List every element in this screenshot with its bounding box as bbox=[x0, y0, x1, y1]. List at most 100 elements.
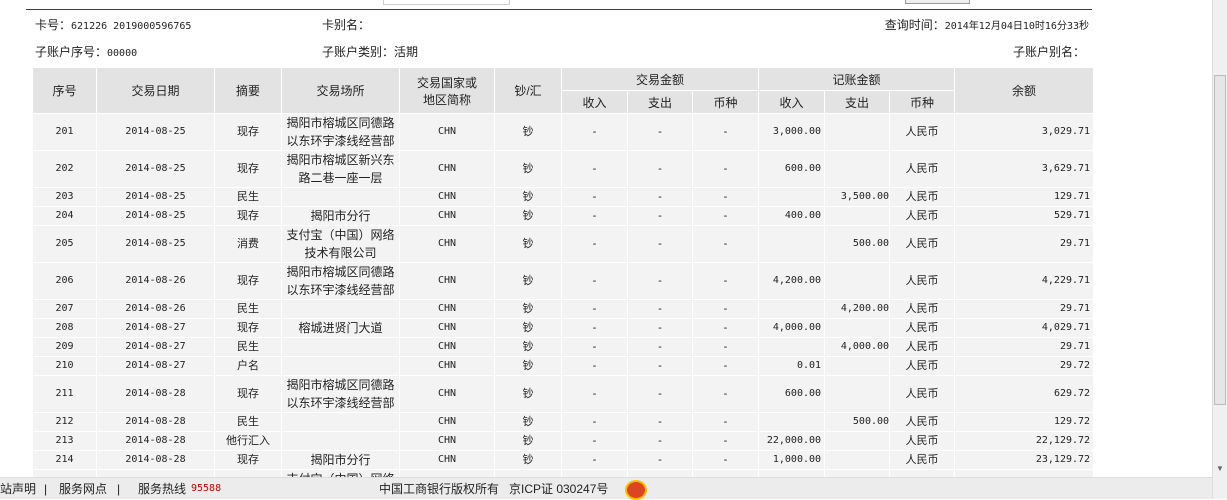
table-row: 210 2014-08-27 户名 CHN 钞 - - -0.01 人民币 29.72 bbox=[32, 356, 1094, 376]
service-outlets-link[interactable]: 服务网点 bbox=[59, 478, 107, 500]
site-statement-link[interactable]: 站声明 bbox=[0, 478, 36, 500]
cell-cash: 钞 bbox=[494, 113, 562, 151]
cell-balance: 3,029.71 bbox=[954, 113, 1094, 151]
cell-summary bbox=[214, 469, 282, 477]
col-book-amount: 记账金额 bbox=[758, 67, 956, 91]
table-row: 支付宝（中国）网络 bbox=[32, 469, 1094, 477]
table-row: 208 2014-08-27 现存 榕城进贤门大道 CHN 钞 - - -4,000.00 人民币… bbox=[32, 318, 1094, 338]
col-book-expense: 支出 bbox=[824, 90, 891, 114]
cell-book-income bbox=[758, 412, 826, 432]
col-country: 交易国家或地区简称 bbox=[399, 67, 495, 114]
cell-place bbox=[281, 187, 400, 207]
cell-trade-income: - bbox=[561, 299, 628, 319]
cell-book-currency: 人民币 bbox=[889, 150, 956, 188]
cell-book-currency: 人民币 bbox=[889, 113, 956, 151]
col-trade-currency: 币种 bbox=[691, 90, 760, 114]
cell-trade-income: - bbox=[561, 375, 628, 413]
cell-balance: 629.72 bbox=[954, 375, 1094, 413]
hotline-label: 服务热线 bbox=[138, 482, 187, 496]
scroll-down-arrow-icon[interactable]: ▼ bbox=[1216, 464, 1224, 473]
cell-book-expense bbox=[824, 318, 891, 338]
cell-book-expense bbox=[824, 431, 891, 451]
cell-cash: 钞 bbox=[494, 431, 562, 451]
cell-trade-income: - bbox=[561, 337, 628, 357]
transactions-table: 序号 交易日期 摘要 交易场所 交易国家或地区简称 钞/汇 交易金额 记账金额 … bbox=[32, 67, 1094, 477]
table-row: 211 2014-08-28 现存 揭阳市榕城区同德路以东环宇漆线经营部 CHN 钞 - - -… bbox=[32, 375, 1094, 413]
cell-book-currency bbox=[889, 469, 956, 477]
cell-seq: 204 bbox=[32, 206, 97, 226]
cell-cash: 钞 bbox=[494, 412, 562, 432]
cell-summary: 民生 bbox=[214, 299, 282, 319]
cell-seq: 201 bbox=[32, 113, 97, 151]
cell-summary: 民生 bbox=[214, 412, 282, 432]
cell-book-currency: 人民币 bbox=[889, 337, 956, 357]
cell-book-currency: 人民币 bbox=[889, 356, 956, 376]
top-input[interactable] bbox=[383, 0, 510, 5]
cell-country bbox=[399, 469, 495, 477]
cell-cash: 钞 bbox=[494, 187, 562, 207]
cell-place: 揭阳市榕城区同德路以东环宇漆线经营部 bbox=[281, 113, 400, 151]
cell-trade-income: - bbox=[561, 356, 628, 376]
cell-balance: 29.71 bbox=[954, 299, 1094, 319]
cell-trade-currency: - bbox=[691, 113, 760, 151]
cell-seq: 207 bbox=[32, 299, 97, 319]
cell-balance: 129.71 bbox=[954, 187, 1094, 207]
cell-country: CHN bbox=[399, 375, 495, 413]
cell-book-expense bbox=[824, 356, 891, 376]
cell-trade-expense: - bbox=[627, 225, 693, 263]
cell-trade-currency bbox=[691, 469, 760, 477]
cell-date: 2014-08-25 bbox=[96, 150, 215, 188]
cell-place: 支付宝（中国）网络 bbox=[281, 469, 400, 477]
table-row: 205 2014-08-25 消费 支付宝（中国）网络技术有限公司 CHN 钞 - - -500… bbox=[32, 225, 1094, 263]
icp-license[interactable]: 京ICP证 030247号 bbox=[509, 478, 608, 500]
table-row: 207 2014-08-26 民生 CHN 钞 - - -4,200.00 人民币 29.71 bbox=[32, 299, 1094, 319]
cell-place: 揭阳市分行 bbox=[281, 450, 400, 470]
cell-book-income: 400.00 bbox=[758, 206, 826, 226]
cell-place bbox=[281, 431, 400, 451]
cell-balance: 529.71 bbox=[954, 206, 1094, 226]
cell-summary: 他行汇入 bbox=[214, 431, 282, 451]
cell-summary: 户名 bbox=[214, 356, 282, 376]
vertical-scrollbar[interactable]: ▼ bbox=[1212, 0, 1227, 499]
top-button[interactable] bbox=[905, 0, 970, 4]
cell-book-income: 1,000.00 bbox=[758, 450, 826, 470]
cell-place bbox=[281, 299, 400, 319]
query-time: 查询时间：2014年12月04日10时16分33秒 bbox=[884, 18, 1089, 32]
cell-book-currency: 人民币 bbox=[889, 206, 956, 226]
cell-date: 2014-08-26 bbox=[96, 299, 215, 319]
cell-date: 2014-08-25 bbox=[96, 206, 215, 226]
cell-trade-income: - bbox=[561, 431, 628, 451]
cell-country: CHN bbox=[399, 337, 495, 357]
cell-trade-currency: - bbox=[691, 450, 760, 470]
cell-cash: 钞 bbox=[494, 206, 562, 226]
cell-trade-currency: - bbox=[691, 206, 760, 226]
cell-trade-currency: - bbox=[691, 337, 760, 357]
cell-summary: 现存 bbox=[214, 450, 282, 470]
sub-account-number: 子账户序号：00000 bbox=[35, 45, 138, 59]
cell-book-income: 4,200.00 bbox=[758, 262, 826, 300]
cell-trade-currency: - bbox=[691, 225, 760, 263]
cell-book-expense bbox=[824, 206, 891, 226]
cell-book-expense: 4,000.00 bbox=[824, 337, 891, 357]
table-row: 203 2014-08-25 民生 CHN 钞 - - -3,500.00 人民币 129.71 bbox=[32, 187, 1094, 207]
cell-place bbox=[281, 412, 400, 432]
cell-date: 2014-08-27 bbox=[96, 337, 215, 357]
cell-summary: 现存 bbox=[214, 150, 282, 188]
cell-trade-income bbox=[561, 469, 628, 477]
cell-balance: 129.72 bbox=[954, 412, 1094, 432]
cell-date: 2014-08-26 bbox=[96, 262, 215, 300]
cell-trade-expense: - bbox=[627, 318, 693, 338]
scrollbar-thumb[interactable] bbox=[1214, 75, 1226, 405]
cell-date bbox=[96, 469, 215, 477]
table-row: 214 2014-08-28 现存 揭阳市分行 CHN 钞 - - -1,000.00 人民币 23… bbox=[32, 450, 1094, 470]
cell-balance: 29.72 bbox=[954, 356, 1094, 376]
cell-book-expense: 500.00 bbox=[824, 412, 891, 432]
cell-trade-expense: - bbox=[627, 150, 693, 188]
cell-book-expense: 500.00 bbox=[824, 225, 891, 263]
cell-book-income bbox=[758, 469, 826, 477]
cell-date: 2014-08-28 bbox=[96, 450, 215, 470]
cell-date: 2014-08-27 bbox=[96, 318, 215, 338]
sub-account-alias: 子账户别名： bbox=[1012, 45, 1085, 59]
cell-date: 2014-08-28 bbox=[96, 431, 215, 451]
cell-trade-income: - bbox=[561, 150, 628, 188]
